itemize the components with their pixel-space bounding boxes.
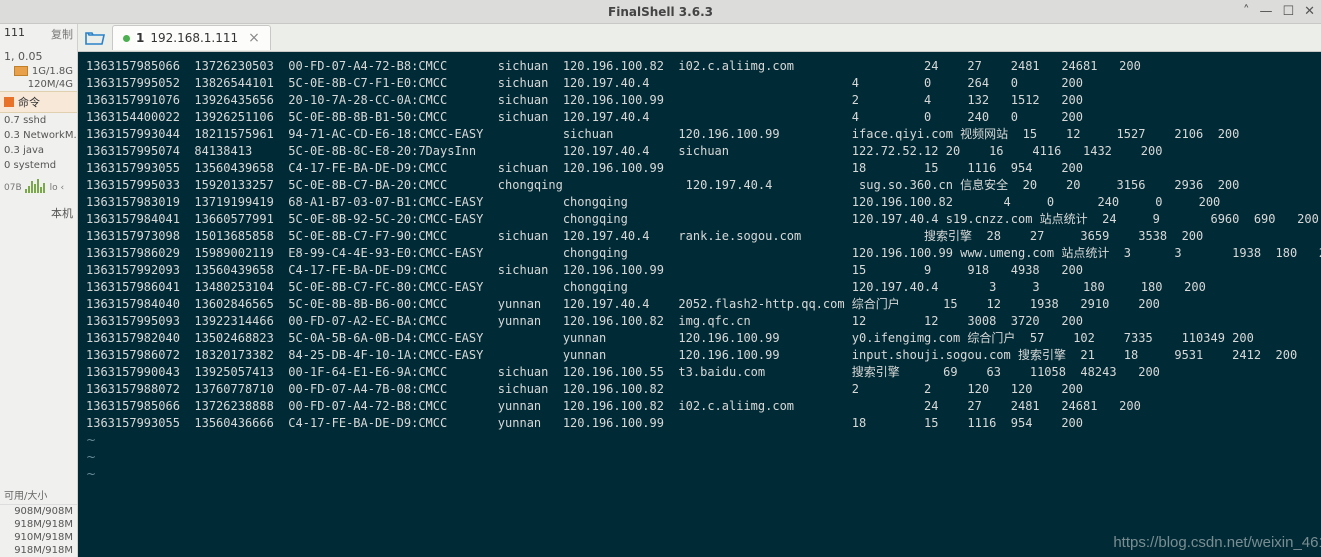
mem-value-1: 1G/1.8G bbox=[32, 66, 73, 77]
window-controls: ˄ — ☐ ✕ bbox=[1243, 4, 1315, 19]
copy-button[interactable]: 复制 bbox=[51, 26, 73, 42]
cmd-square-icon bbox=[4, 97, 14, 107]
disk-header: 可用/大小 bbox=[0, 485, 77, 505]
cmd-label: 命令 bbox=[18, 94, 40, 110]
cmd-row[interactable]: 命令 bbox=[0, 91, 77, 113]
open-folder-icon[interactable] bbox=[82, 27, 108, 49]
net-chart: 07B lo ‹ bbox=[0, 173, 77, 199]
left-panel: 111 复制 1, 0.05 1G/1.8G 120M/4G 命令 0.7 ss… bbox=[0, 24, 78, 557]
proc-row[interactable]: 0.3 java bbox=[0, 143, 77, 158]
watermark: https://blog.csdn.net/weixin_46119343 bbox=[1113, 534, 1321, 551]
terminal-output[interactable]: 1363157985066 13726230503 00-FD-07-A4-72… bbox=[78, 52, 1321, 557]
app-title: FinalShell 3.6.3 bbox=[608, 5, 713, 19]
status-dot-icon bbox=[123, 35, 130, 42]
disk-row: 910M/918M bbox=[0, 531, 77, 544]
tab-session[interactable]: 1 192.168.1.111 × bbox=[112, 25, 271, 50]
proc-row[interactable]: 0.7 sshd bbox=[0, 113, 77, 128]
titlebar: FinalShell 3.6.3 ˄ — ☐ ✕ bbox=[0, 0, 1321, 24]
mem-value-2: 120M/4G bbox=[28, 79, 73, 90]
net-if-label: lo ‹ bbox=[50, 183, 64, 193]
disk-row: 918M/918M bbox=[0, 518, 77, 531]
proc-row[interactable]: 0 systemd bbox=[0, 158, 77, 173]
close-icon[interactable]: ✕ bbox=[1304, 4, 1315, 19]
cpu-load: 1, 0.05 bbox=[0, 44, 77, 65]
maximize-icon[interactable]: ☐ bbox=[1282, 4, 1294, 19]
disk-row: 908M/908M bbox=[0, 505, 77, 518]
net-val: 07B bbox=[4, 183, 22, 193]
proc-row[interactable]: 0.3 NetworkM. bbox=[0, 128, 77, 143]
min-up-icon[interactable]: ˄ bbox=[1243, 4, 1250, 19]
disk-row: 918M/918M bbox=[0, 544, 77, 557]
tab-close-icon[interactable]: × bbox=[248, 30, 260, 46]
tab-number: 1 bbox=[136, 31, 144, 45]
tabbar: 1 192.168.1.111 × ▦ ≡ bbox=[78, 24, 1321, 52]
left-ip-frag: 111 bbox=[4, 26, 25, 42]
host-label: 本机 bbox=[0, 199, 77, 227]
mem-bar-icon bbox=[14, 66, 28, 76]
minimize-icon[interactable]: — bbox=[1259, 4, 1272, 19]
tab-label: 192.168.1.111 bbox=[150, 31, 238, 45]
